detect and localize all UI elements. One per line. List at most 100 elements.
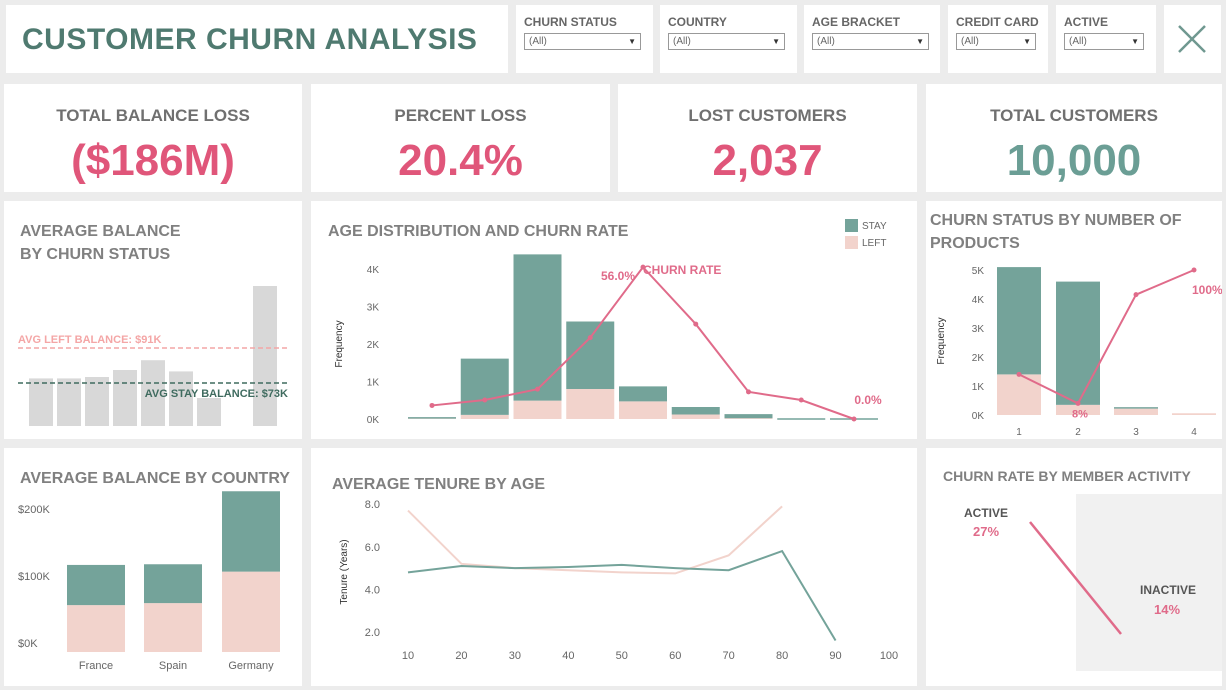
kpi-total-customers: TOTAL CUSTOMERS 10,000: [926, 84, 1222, 192]
close-button[interactable]: [1164, 5, 1221, 73]
kpi-label: PERCENT LOSS: [394, 106, 527, 125]
avg-left-label: AVG LEFT BALANCE: $91K: [18, 334, 161, 346]
left-bar: [144, 603, 202, 652]
credit-card-dropdown[interactable]: (All) ▼: [956, 33, 1036, 50]
left-bar: [67, 605, 125, 652]
data-label: 0.0%: [854, 393, 882, 407]
avg-balance-churn-card: AVERAGE BALANCE BY CHURN STATUS AVG LEFT …: [4, 201, 302, 439]
churn-rate-point: [1191, 267, 1197, 273]
y-tick-label: 5K: [972, 266, 985, 277]
activity-chart: ACTIVE 27% INACTIVE 14%: [964, 494, 1222, 671]
churn-rate-point: [1133, 292, 1139, 298]
left-bar: [222, 571, 280, 652]
filter-label: CREDIT CARD: [956, 15, 1039, 29]
left-bar: [1172, 413, 1216, 415]
data-label: 8%: [1072, 408, 1088, 420]
filter-age-bracket: AGE BRACKET (All) ▼: [804, 5, 940, 73]
y-tick-label: 4K: [972, 295, 985, 306]
y-tick-label: 3K: [972, 324, 985, 335]
products-chart: 0K 1K 2K 3K 4K 5K Frequency 1 2 3 4 8% 100%: [936, 266, 1222, 438]
stay-bar: [67, 564, 125, 606]
x-tick-label: 90: [829, 650, 841, 662]
chevron-down-icon: ▼: [772, 37, 780, 46]
stay-bar: [997, 267, 1041, 375]
filter-label: ACTIVE: [1064, 15, 1109, 29]
churn-rate-point: [1016, 371, 1022, 377]
age-distribution-chart: 0K 1K 2K 3K 4K Frequency CHURN RATE 56.0% 0.0% ST…: [334, 219, 887, 426]
kpi-value: 2,037: [712, 136, 823, 185]
dashboard-title: CUSTOMER CHURN ANALYSIS: [22, 23, 478, 56]
activity-card: CHURN RATE BY MEMBER ACTIVITY ACTIVE 27% I…: [926, 448, 1222, 686]
churn-rate-point: [482, 397, 488, 403]
churn-rate-line: [1018, 269, 1195, 405]
x-tick-label: 70: [723, 650, 735, 662]
tenure-chart: 2.0 4.0 6.0 8.0 10 20 30 40 50 60 70 80 90 100 Tenure …: [339, 499, 898, 662]
churn-rate-point: [429, 402, 435, 408]
balance-bar: [113, 370, 137, 426]
filter-label: AGE BRACKET: [812, 15, 901, 29]
stay-bar: [1056, 281, 1100, 405]
chevron-down-icon: ▼: [1131, 37, 1139, 46]
country-dropdown[interactable]: (All) ▼: [668, 33, 785, 50]
churn-rate-label: CHURN RATE: [643, 263, 721, 277]
legend-label: LEFT: [862, 238, 886, 249]
churn-rate-point: [798, 397, 804, 403]
active-dropdown[interactable]: (All) ▼: [1064, 33, 1144, 50]
churn-rate-point: [693, 321, 699, 327]
y-tick-label: 1K: [367, 378, 380, 389]
stay-bar: [777, 418, 826, 420]
chevron-down-icon: ▼: [916, 37, 924, 46]
category-label: INACTIVE: [1140, 583, 1196, 597]
tenure-card: AVERAGE TENURE BY AGE 2.0 4.0 6.0 8.0 10 20 30…: [311, 448, 917, 686]
filter-label: COUNTRY: [668, 15, 727, 29]
left-bar: [513, 400, 562, 419]
churn-rate-point: [1075, 400, 1081, 406]
y-axis-label: Tenure (Years): [339, 539, 350, 604]
y-tick-label: 0K: [972, 411, 985, 422]
title-card: CUSTOMER CHURN ANALYSIS: [6, 5, 508, 73]
data-label: 27%: [973, 524, 999, 539]
filter-active: ACTIVE (All) ▼: [1056, 5, 1156, 73]
churn-status-dropdown[interactable]: (All) ▼: [524, 33, 641, 50]
kpi-value: ($186M): [71, 136, 235, 185]
stay-bar: [724, 414, 773, 419]
legend-label: STAY: [862, 221, 887, 232]
x-tick-label: 30: [509, 650, 521, 662]
stay-bar: [144, 564, 202, 604]
kpi-lost-customers: LOST CUSTOMERS 2,037: [618, 84, 917, 192]
balance-bar: [197, 398, 221, 426]
filter-churn-status: CHURN STATUS (All) ▼: [516, 5, 653, 73]
x-tick-label: 60: [669, 650, 681, 662]
churn-rate-point: [587, 335, 593, 341]
y-axis-label: Frequency: [334, 320, 345, 367]
age-bracket-dropdown[interactable]: (All) ▼: [812, 33, 929, 50]
x-tick-label: 1: [1016, 427, 1022, 438]
y-tick-label: $200K: [18, 504, 50, 516]
balance-bar: [57, 378, 81, 426]
y-tick-label: 2K: [972, 353, 985, 364]
y-tick-label: 0K: [367, 415, 380, 426]
left-bar: [671, 414, 720, 419]
balance-bar: [85, 377, 109, 426]
left-tenure-line: [407, 505, 783, 575]
x-tick-label: 40: [562, 650, 574, 662]
left-bar: [566, 389, 615, 419]
left-bar: [1114, 408, 1158, 415]
kpi-label: TOTAL BALANCE LOSS: [56, 106, 250, 125]
avg-balance-chart: AVG LEFT BALANCE: $91K AVG STAY BALANCE: …: [18, 286, 289, 426]
x-tick-label: 2: [1075, 427, 1081, 438]
kpi-label: LOST CUSTOMERS: [688, 106, 847, 125]
kpi-value: 20.4%: [398, 136, 523, 185]
x-tick-label: 50: [616, 650, 628, 662]
churn-rate-point: [746, 389, 751, 395]
stay-bar: [619, 386, 667, 402]
x-tick-label: 20: [455, 650, 467, 662]
kpi-percent-loss: PERCENT LOSS 20.4%: [311, 84, 610, 192]
churn-rate-point: [535, 386, 540, 392]
left-bar: [619, 401, 667, 419]
avg-stay-label: AVG STAY BALANCE: $73K: [145, 388, 288, 400]
x-tick-label: 10: [402, 650, 414, 662]
country-card: AVERAGE BALANCE BY COUNTRY $0K $100K $200K…: [4, 448, 302, 686]
balance-bar: [253, 286, 277, 426]
y-tick-label: 2K: [367, 340, 380, 351]
